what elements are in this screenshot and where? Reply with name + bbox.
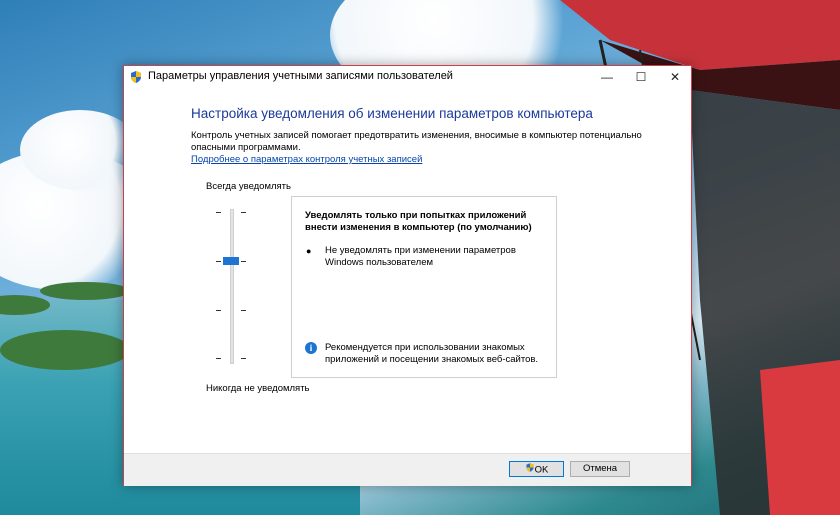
page-heading: Настройка уведомления об изменении парам… — [191, 106, 593, 121]
maximize-button[interactable]: ☐ — [624, 66, 658, 88]
slider-tick — [216, 261, 221, 262]
slider-tick — [241, 212, 246, 213]
slider-thumb[interactable] — [223, 257, 239, 265]
uac-shield-icon — [129, 70, 143, 84]
slider-tick — [241, 261, 246, 262]
slider-tick — [216, 310, 221, 311]
slider-tick — [216, 358, 221, 359]
dialog-footer: OK Отмена — [124, 453, 691, 486]
window-title: Параметры управления учетными записями п… — [148, 70, 453, 82]
title-bar[interactable]: Параметры управления учетными записями п… — [124, 66, 691, 88]
description-text: Контроль учетных записей помогает предот… — [191, 130, 642, 153]
uac-shield-icon — [525, 462, 535, 478]
slider-bottom-label: Никогда не уведомлять — [206, 383, 310, 394]
level-title: Уведомлять только при попытках приложени… — [305, 210, 532, 233]
minimize-button[interactable]: — — [590, 66, 624, 88]
info-icon: i — [305, 342, 317, 354]
level-bullet-text: Не уведомлять при изменении параметров W… — [325, 245, 516, 268]
cancel-button[interactable]: Отмена — [570, 461, 630, 477]
slider-tick — [241, 358, 246, 359]
slider-tick — [241, 310, 246, 311]
slider-top-label: Всегда уведомлять — [206, 181, 291, 192]
level-description-panel: Уведомлять только при попытках приложени… — [291, 196, 557, 378]
bullet-icon: ● — [306, 246, 312, 256]
close-button[interactable]: ✕ — [658, 66, 692, 88]
ok-button[interactable]: OK — [509, 461, 564, 477]
learn-more-link[interactable]: Подробнее о параметрах контроля учетных … — [191, 154, 422, 165]
slider-tick — [216, 212, 221, 213]
uac-settings-dialog: Параметры управления учетными записями п… — [123, 65, 692, 486]
slider-track[interactable] — [230, 209, 234, 364]
ok-button-label: OK — [534, 464, 549, 476]
recommendation-text: Рекомендуется при использовании знакомых… — [325, 342, 539, 365]
